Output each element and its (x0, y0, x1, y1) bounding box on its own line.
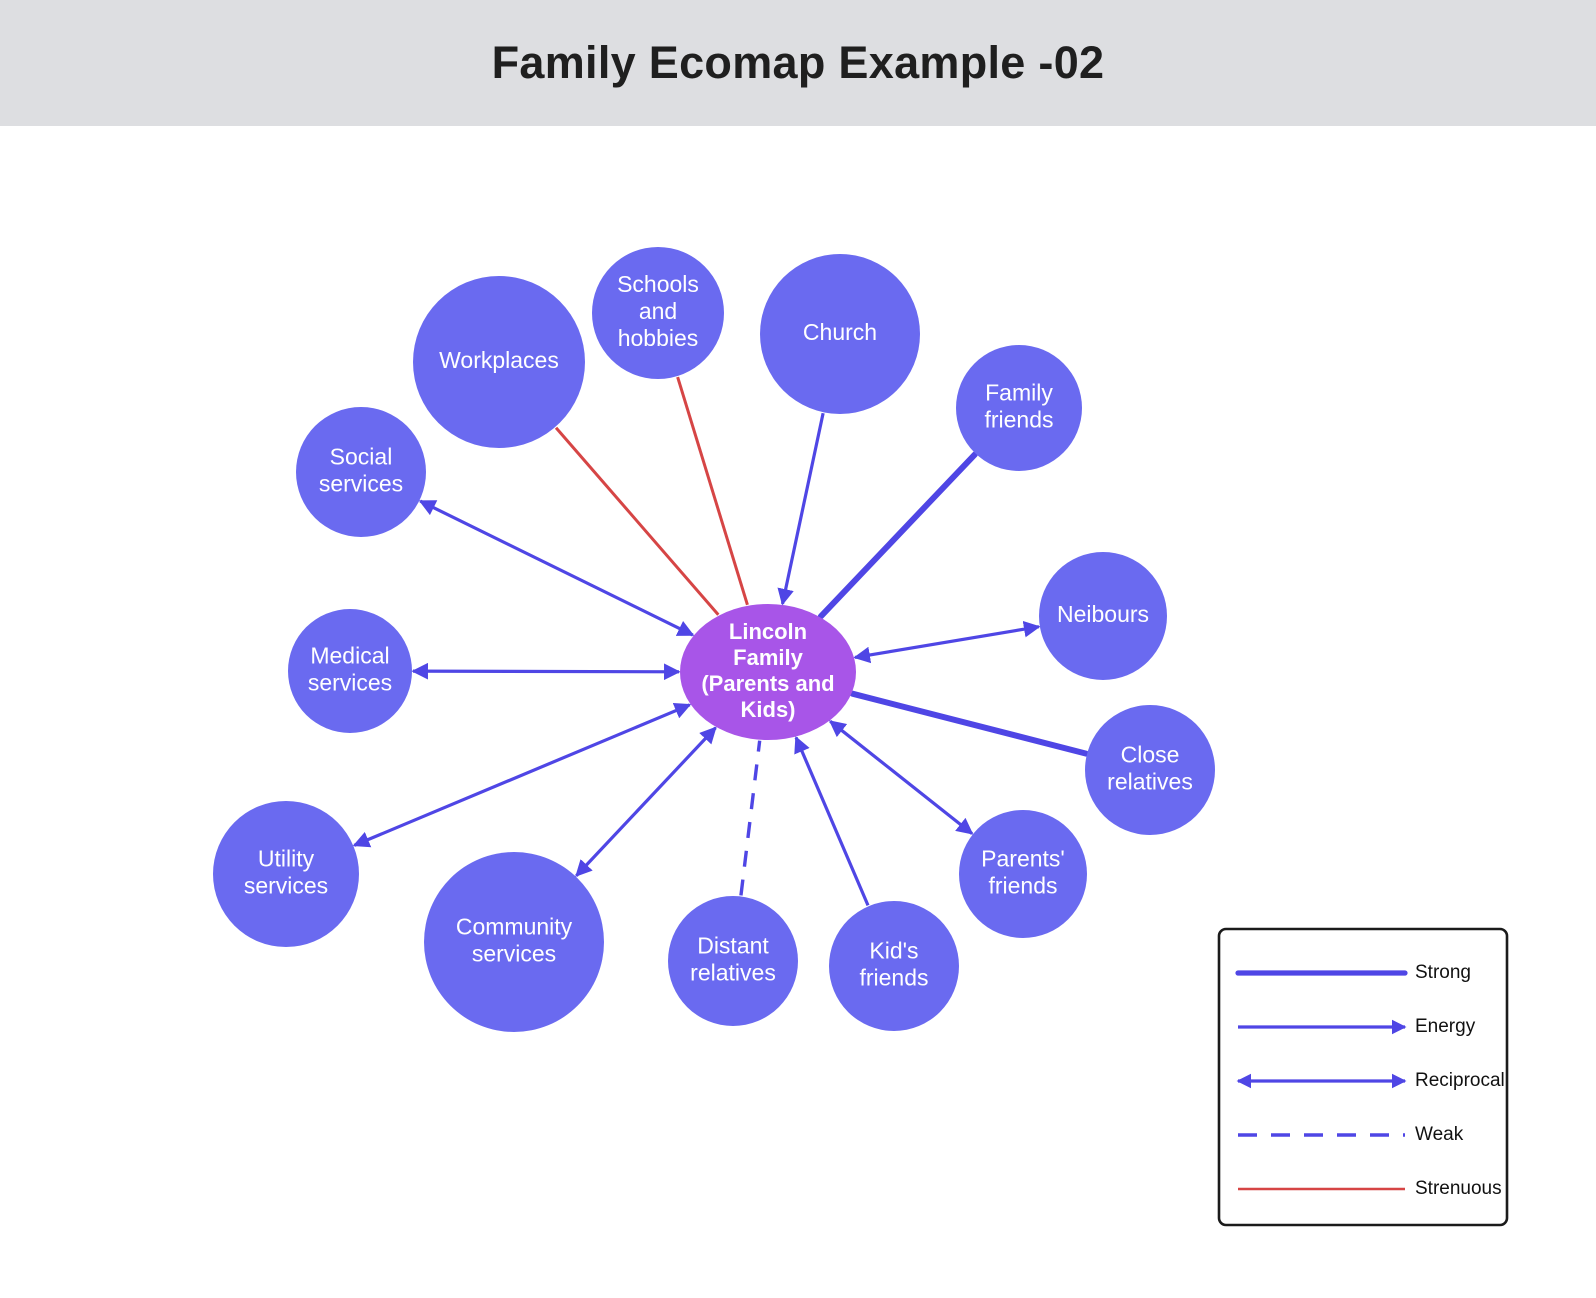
node-workplaces[interactable]: Workplaces (413, 276, 585, 448)
node-family-friends[interactable]: Familyfriends (956, 345, 1082, 471)
ecomap-link (411, 662, 681, 681)
ecomap-link (828, 720, 974, 835)
legend-label: Weak (1415, 1124, 1464, 1145)
legend-label: Reciprocal (1415, 1070, 1505, 1091)
node-shape (1085, 705, 1215, 835)
node-neibours[interactable]: Neibours (1039, 552, 1167, 680)
node-shape (296, 407, 426, 537)
node-shape (829, 901, 959, 1031)
node-schools-and-hobbies[interactable]: Schoolsandhobbies (592, 247, 724, 379)
ecomap-page: Family Ecomap Example -02 Workplaces Scho… (0, 0, 1596, 1298)
node-kids-friends[interactable]: Kid'sfriends (829, 901, 959, 1031)
node-close-relatives[interactable]: Closerelatives (1085, 705, 1215, 835)
ecomap-link (794, 735, 870, 906)
node-shape (1039, 552, 1167, 680)
node-medical-services[interactable]: Medicalservices (288, 609, 412, 733)
ecomap-link (739, 740, 762, 896)
legend-label: Strong (1415, 962, 1471, 983)
nodes-layer: WorkplacesSchoolsandhobbies Church Familyf… (213, 247, 1215, 1032)
ecomap-link (418, 499, 695, 637)
center-node[interactable]: LincolnFamily(Parents andKids) (680, 604, 856, 740)
node-church[interactable]: Church (760, 254, 920, 414)
diagram-canvas: Workplaces Schools and hobbies Church Family f… (0, 126, 1596, 1298)
ecomap-svg: WorkplacesSchoolsandhobbies Church Familyf… (213, 247, 1509, 1227)
legend-group: Strong Energy Reciprocal Weak Strenuous (1217, 927, 1509, 1227)
ecomap-link (352, 702, 692, 848)
ecomap-link (554, 426, 720, 616)
legend-label: Strenuous (1415, 1178, 1502, 1199)
node-shape (760, 254, 920, 414)
ecomap-link (777, 412, 825, 606)
ecomap-link (575, 726, 717, 877)
ecomap-link (849, 690, 1090, 757)
center-node-shape (680, 604, 856, 740)
ecomap-link (817, 451, 978, 620)
node-shape (668, 896, 798, 1026)
node-shape (424, 852, 604, 1032)
legend-label: Energy (1415, 1016, 1476, 1037)
node-shape (959, 810, 1087, 938)
node-shape (213, 801, 359, 947)
node-social-services[interactable]: Socialservices (296, 407, 426, 537)
node-shape (956, 345, 1082, 471)
node-distant-relatives[interactable]: Distantrelatives (668, 896, 798, 1026)
node-shape (413, 276, 585, 448)
node-shape (592, 247, 724, 379)
node-utility-services[interactable]: Utilityservices (213, 801, 359, 947)
node-community-services[interactable]: Communityservices (424, 852, 604, 1032)
node-parents-friends[interactable]: Parents'friends (959, 810, 1087, 938)
header-bar: Family Ecomap Example -02 (0, 0, 1596, 126)
page-title: Family Ecomap Example -02 (491, 37, 1105, 88)
ecomap-link (853, 620, 1041, 664)
ecomap-link (676, 376, 749, 606)
node-shape (288, 609, 412, 733)
